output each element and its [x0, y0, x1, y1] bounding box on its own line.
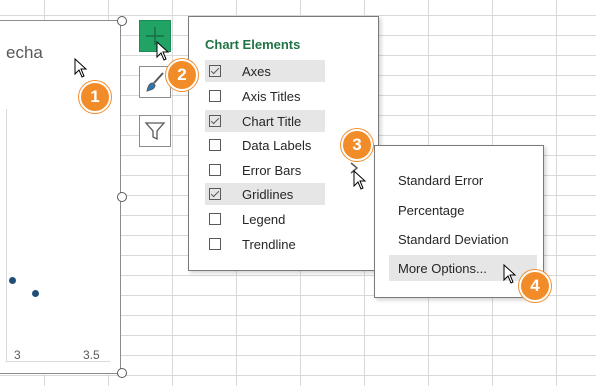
checkbox[interactable] [209, 164, 221, 176]
chart-element-axes[interactable]: Axes [205, 60, 325, 82]
chart-element-label: Gridlines [242, 186, 294, 202]
checkbox[interactable] [209, 238, 221, 250]
error-bars-submenu: Standard Error Percentage Standard Devia… [374, 145, 544, 298]
checkbox[interactable] [209, 90, 221, 102]
checkbox[interactable] [209, 139, 221, 151]
chart-element-trendline[interactable]: Trendline [205, 233, 325, 255]
checkbox-checked[interactable] [209, 65, 221, 77]
step-badge-1: 1 [79, 81, 111, 113]
paintbrush-icon [146, 72, 164, 92]
chart-element-label: Axis Titles [242, 88, 301, 104]
chart-resize-handle-top-right[interactable] [117, 16, 127, 26]
x-tick-label: 3.5 [83, 348, 100, 362]
chart-element-label: Legend [242, 211, 286, 227]
chart-element-label: Data Labels [242, 137, 312, 153]
chart-element-gridlines[interactable]: Gridlines [205, 183, 325, 205]
chart-element-label: Chart Title [242, 113, 302, 129]
chart-element-error-bars[interactable]: Error Bars [205, 159, 325, 181]
data-point[interactable] [32, 290, 39, 297]
submenu-item-label: More Options... [398, 260, 487, 276]
checkbox-checked[interactable] [209, 188, 221, 200]
chart-element-label: Axes [242, 63, 271, 79]
chart-area[interactable]: echa 3 3.5 [0, 20, 121, 374]
checkbox[interactable] [209, 213, 221, 225]
submenu-item-label: Percentage [398, 202, 465, 218]
funnel-icon [144, 122, 166, 141]
submenu-item-label: Standard Error [398, 172, 484, 188]
mouse-cursor-icon [156, 41, 170, 61]
mouse-cursor-icon [503, 264, 517, 284]
chart-element-data-labels[interactable]: Data Labels [205, 134, 325, 156]
step-badge-3: 3 [341, 129, 373, 161]
step-badge-2: 2 [166, 59, 198, 91]
plot-area-left-edge [6, 109, 7, 361]
step-badge-4: 4 [519, 270, 551, 302]
submenu-item-standard-deviation[interactable]: Standard Deviation [389, 226, 537, 252]
chart-resize-handle-right[interactable] [117, 192, 127, 202]
chart-element-legend[interactable]: Legend [205, 208, 325, 230]
chart-element-label: Trendline [242, 236, 296, 252]
checkbox-checked[interactable] [209, 115, 221, 127]
mouse-cursor-icon [74, 58, 88, 78]
chart-element-label: Error Bars [242, 162, 302, 178]
mouse-cursor-icon [353, 170, 367, 190]
chart-filters-button[interactable] [139, 115, 171, 147]
x-tick-label: 3 [14, 348, 21, 362]
chart-element-axis-titles[interactable]: Axis Titles [205, 85, 325, 107]
chart-element-chart-title[interactable]: Chart Title [205, 110, 325, 132]
data-point[interactable] [9, 277, 16, 284]
chart-resize-handle-bottom-right[interactable] [117, 368, 127, 378]
submenu-item-standard-error[interactable]: Standard Error [389, 167, 537, 193]
submenu-item-percentage[interactable]: Percentage [389, 197, 537, 223]
panel-title: Chart Elements [205, 37, 301, 52]
submenu-item-label: Standard Deviation [398, 231, 509, 247]
chart-title[interactable]: echa [6, 43, 43, 63]
